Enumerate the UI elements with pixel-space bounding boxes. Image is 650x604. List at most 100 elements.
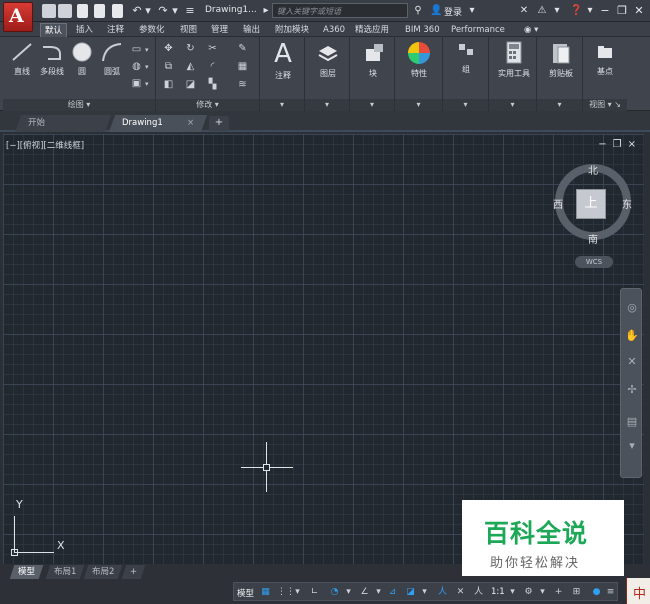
tab-layout2[interactable]: 布局2 <box>83 565 123 579</box>
region-icon[interactable]: ▣ <box>130 77 143 90</box>
tab-layout1[interactable]: 布局1 <box>45 565 85 579</box>
layers-panel-dropdown[interactable]: ▾ <box>305 99 349 111</box>
annotation-scale-value[interactable]: 1:1 <box>491 587 505 597</box>
viewport-close-button[interactable]: × <box>628 139 636 150</box>
isolate-objects-icon[interactable]: ● <box>590 586 603 599</box>
tab-drawing1[interactable]: Drawing1 × <box>108 115 208 132</box>
lineweight-icon[interactable]: ⊿ <box>386 586 399 599</box>
tab-close-icon[interactable]: × <box>187 115 194 132</box>
a360-icon[interactable]: ⚠ <box>536 5 548 16</box>
model-space-button[interactable]: 模型 <box>237 587 254 599</box>
wcs-menu[interactable]: WCS <box>575 256 613 268</box>
array-icon[interactable]: ▚ <box>206 78 219 91</box>
tab-output[interactable]: 输出 <box>239 23 264 37</box>
tab-bim360[interactable]: BIM 360 <box>401 23 444 37</box>
modify-panel-title[interactable]: 修改 ▾ <box>156 99 259 111</box>
login-dropdown-icon[interactable]: ▾ <box>466 5 478 16</box>
properties-tool[interactable]: 特性 <box>400 41 438 79</box>
tab-parametric[interactable]: 参数化 <box>135 23 169 37</box>
rotate-icon[interactable]: ↻ <box>184 42 197 55</box>
layers-tool[interactable]: 图层 <box>309 41 347 79</box>
steering-wheel-icon[interactable]: ◎ <box>625 301 639 315</box>
view-panel-title[interactable]: 视图 ▾ ↘ <box>583 99 627 111</box>
polyline-tool[interactable]: 多段线 <box>35 41 69 77</box>
annotation-monitor-icon[interactable]: + <box>552 586 565 599</box>
compass-north[interactable]: 北 <box>588 162 598 177</box>
close-button[interactable]: ✕ <box>631 3 647 18</box>
compass-east[interactable]: 东 <box>622 196 632 211</box>
line-tool[interactable]: 直线 <box>7 41 37 77</box>
tab-addins[interactable]: 附加模块 <box>271 23 313 37</box>
zoom-extents-icon[interactable]: ✕ <box>625 355 639 369</box>
clipboard-panel-dropdown[interactable]: ▾ <box>537 99 582 111</box>
save-icon[interactable] <box>77 4 88 18</box>
grid-icon[interactable]: ▦ <box>259 586 272 599</box>
trim-icon[interactable]: ✂ <box>206 42 219 55</box>
polar-dropdown-icon[interactable]: ▾ <box>342 586 355 599</box>
rectangle-icon[interactable]: ▭ <box>130 43 143 56</box>
rectangle-dropdown-icon[interactable]: ▾ <box>145 46 149 54</box>
tab-model[interactable]: 模型 <box>9 565 44 579</box>
annotation-visibility-icon[interactable]: 人 <box>436 586 449 599</box>
viewport-controls-label[interactable]: [−][俯视][二维线框] <box>6 139 84 151</box>
customize-toolbar-icon[interactable]: ≡ <box>183 4 197 18</box>
tab-view[interactable]: 视图 <box>176 23 201 37</box>
help-dropdown-icon[interactable]: ▾ <box>584 5 596 16</box>
login-link[interactable]: 登录 <box>444 5 462 18</box>
user-icon[interactable]: 👤 <box>430 5 442 16</box>
utilities-panel-dropdown[interactable]: ▾ <box>489 99 536 111</box>
annotation-panel-dropdown[interactable]: ▾ <box>260 99 304 111</box>
tab-start[interactable]: 开始 <box>14 115 112 132</box>
copy-icon[interactable]: ⧉ <box>162 60 175 73</box>
group-tool[interactable]: 组 <box>447 41 485 75</box>
orbit-icon[interactable]: ✢ <box>625 383 639 397</box>
base-point-tool[interactable]: 基点 <box>585 43 625 77</box>
object-snap-icon[interactable]: ◪ <box>404 586 417 599</box>
minimize-button[interactable]: − <box>597 3 613 18</box>
arc-tool[interactable]: 圆弧 <box>97 41 127 77</box>
exchange-apps-icon[interactable]: ✕ <box>518 5 530 16</box>
tab-performance[interactable]: Performance <box>447 23 509 37</box>
ortho-icon[interactable]: ∟ <box>308 586 321 599</box>
snap-icon[interactable]: ⋮⋮ <box>277 586 295 599</box>
tab-featured-apps[interactable]: 精选应用 <box>351 23 393 37</box>
clipboard-tool[interactable]: 剪贴板 <box>540 41 582 79</box>
compass-south[interactable]: 南 <box>588 231 598 246</box>
move-icon[interactable]: ✥ <box>162 42 175 55</box>
annotation-tool[interactable]: A 注释 <box>264 41 302 81</box>
new-tab-button[interactable]: + <box>209 116 229 131</box>
object-snap-dropdown-icon[interactable]: ▾ <box>418 586 431 599</box>
erase-icon[interactable]: ✎ <box>236 42 249 55</box>
group-panel-dropdown[interactable]: ▾ <box>443 99 488 111</box>
scale-icon[interactable]: ◪ <box>184 78 197 91</box>
ime-indicator[interactable]: 中 <box>626 578 650 604</box>
osnap-tracking-icon[interactable]: ∠ <box>358 586 371 599</box>
tab-a360[interactable]: A360 <box>319 23 349 37</box>
binoculars-icon[interactable]: ⚲ <box>412 5 424 16</box>
tab-manage[interactable]: 管理 <box>207 23 232 37</box>
auto-scale-icon[interactable]: ✕ <box>454 586 467 599</box>
annotation-scale-icon[interactable]: 人 <box>472 586 485 599</box>
application-menu-button[interactable]: A <box>3 2 33 32</box>
offset-icon[interactable]: ≋ <box>236 78 249 91</box>
compass-west[interactable]: 西 <box>553 196 563 211</box>
maximize-button[interactable]: ❐ <box>614 3 630 18</box>
scale-dropdown-icon[interactable]: ▾ <box>506 586 519 599</box>
draw-panel-title[interactable]: 绘图 ▾ <box>3 99 155 111</box>
block-tool[interactable]: 块 <box>354 41 392 79</box>
ribbon-options-icon[interactable]: ◉ ▾ <box>520 23 542 37</box>
block-panel-dropdown[interactable]: ▾ <box>350 99 394 111</box>
save-as-icon[interactable] <box>94 4 105 18</box>
polar-icon[interactable]: ◔ <box>328 586 341 599</box>
circle-tool[interactable]: 圆 <box>67 41 97 77</box>
tab-insert[interactable]: 插入 <box>72 23 97 37</box>
stretch-icon[interactable]: ◧ <box>162 78 175 91</box>
mirror-icon[interactable]: ◭ <box>184 60 197 73</box>
a360-dropdown-icon[interactable]: ▾ <box>551 5 563 16</box>
help-icon[interactable]: ❓ <box>570 5 582 16</box>
undo-dropdown-icon[interactable]: ▾ <box>141 4 155 18</box>
showmotion-icon[interactable]: ▤ <box>625 415 639 429</box>
fillet-icon[interactable]: ◜ <box>206 60 219 73</box>
osnap-tracking-dropdown-icon[interactable]: ▾ <box>372 586 385 599</box>
search-input[interactable]: 键入关键字或短语 <box>272 3 408 18</box>
